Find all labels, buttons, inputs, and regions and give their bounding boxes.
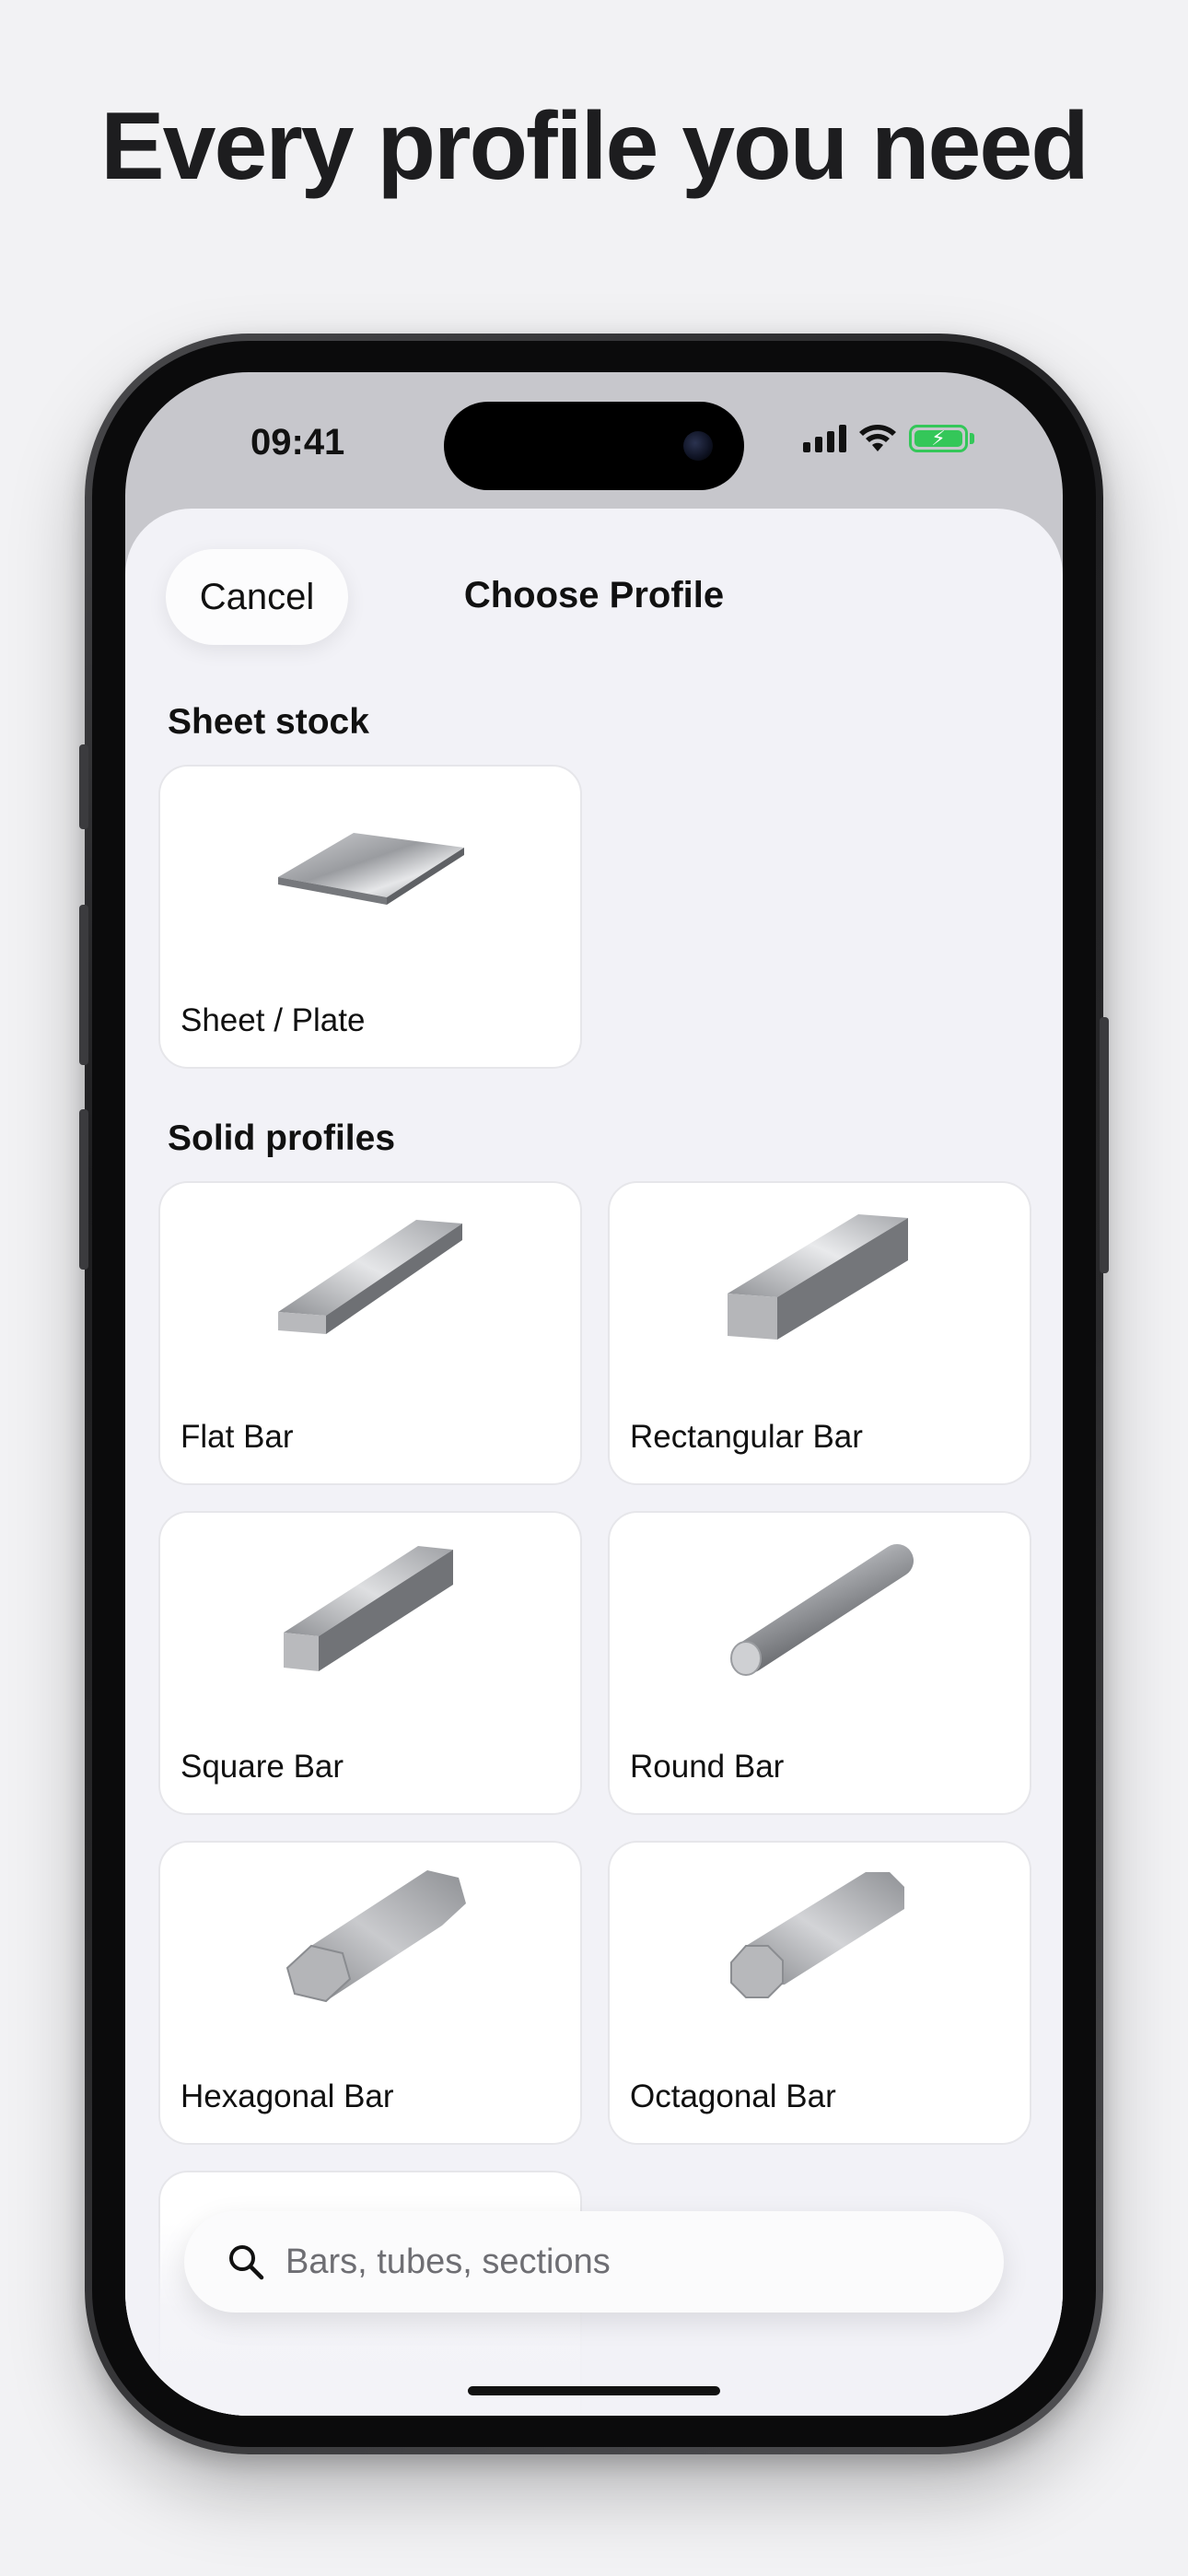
profile-card-square-bar[interactable]: Square Bar — [158, 1511, 582, 1815]
profile-card-flat-bar[interactable]: Flat Bar — [158, 1181, 582, 1485]
profile-card-hexagonal-bar[interactable]: Hexagonal Bar — [158, 1841, 582, 2145]
profile-card-rectangular-bar[interactable]: Rectangular Bar — [608, 1181, 1031, 1485]
rectangular-bar-icon — [728, 1214, 908, 1340]
section-title-sheet-stock: Sheet stock — [168, 702, 369, 742]
round-bar-icon — [730, 1544, 914, 1676]
profile-card-sheet-plate[interactable]: Sheet / Plate — [158, 765, 582, 1069]
octagonal-bar-icon — [730, 1872, 904, 1998]
side-button — [1100, 1017, 1109, 1273]
profile-label: Square Bar — [181, 1749, 344, 1785]
profile-label: Round Bar — [630, 1749, 785, 1785]
sheet-plate-icon — [278, 833, 464, 905]
profile-card-octagonal-bar[interactable]: Octagonal Bar — [608, 1841, 1031, 2145]
nav-title: Choose Profile — [463, 575, 725, 615]
choose-profile-sheet: Cancel Choose Profile Sheet stock Sheet … — [125, 509, 1063, 2416]
search-icon — [229, 2245, 264, 2280]
flat-bar-icon — [278, 1220, 462, 1334]
status-time: 09:41 — [250, 422, 345, 463]
headline: Every profile you need — [100, 93, 1089, 200]
section-title-solid-profiles: Solid profiles — [168, 1118, 396, 1158]
phone-frame: 09:41 ⚡ Cancel Choose Profile Sheet stoc… — [79, 334, 1109, 2454]
cellular-signal-icon — [803, 425, 846, 452]
profile-label: Flat Bar — [181, 1419, 294, 1455]
camera-icon — [683, 431, 713, 461]
search-input[interactable] — [285, 2242, 949, 2282]
dynamic-island — [444, 402, 744, 490]
profile-label: Hexagonal Bar — [181, 2078, 394, 2114]
hexagonal-bar-icon — [285, 1870, 466, 2003]
volume-down-button — [79, 1109, 88, 1270]
square-bar-icon — [284, 1546, 453, 1671]
wifi-icon — [859, 425, 896, 451]
volume-up-button — [79, 905, 88, 1065]
screen: 09:41 ⚡ Cancel Choose Profile Sheet stoc… — [125, 372, 1063, 2416]
home-indicator — [468, 2386, 720, 2395]
battery-charging-icon: ⚡ — [909, 425, 968, 452]
profile-label: Rectangular Bar — [630, 1419, 863, 1455]
profile-label: Sheet / Plate — [181, 1002, 366, 1038]
profile-label: Octagonal Bar — [630, 2078, 836, 2114]
search-bar[interactable] — [184, 2211, 1004, 2313]
action-button — [79, 744, 88, 829]
profile-card-round-bar[interactable]: Round Bar — [608, 1511, 1031, 1815]
status-bar: 09:41 ⚡ — [125, 372, 1063, 509]
